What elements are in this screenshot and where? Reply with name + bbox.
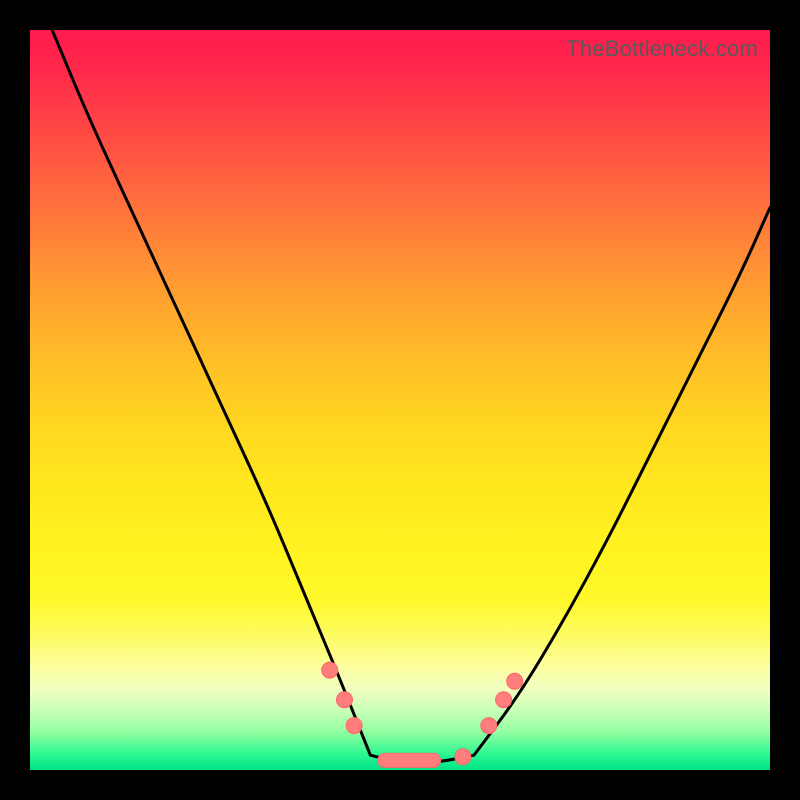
series-lines [52, 30, 770, 763]
marker-layer [322, 662, 523, 767]
marker-left-cluster-1 [337, 692, 353, 708]
marker-valley-right-dot-0 [455, 749, 471, 765]
marker-right-cluster-2 [507, 673, 523, 689]
marker-valley-span [378, 753, 441, 767]
bottleneck-curve [52, 30, 770, 763]
plot-area: TheBottleneck.com [30, 30, 770, 770]
marker-left-cluster-0 [322, 662, 338, 678]
watermark-text: TheBottleneck.com [566, 36, 758, 62]
marker-right-cluster-0 [481, 718, 497, 734]
marker-right-cluster-1 [496, 692, 512, 708]
marker-left-cluster-2 [346, 718, 362, 734]
chart-svg [30, 30, 770, 770]
